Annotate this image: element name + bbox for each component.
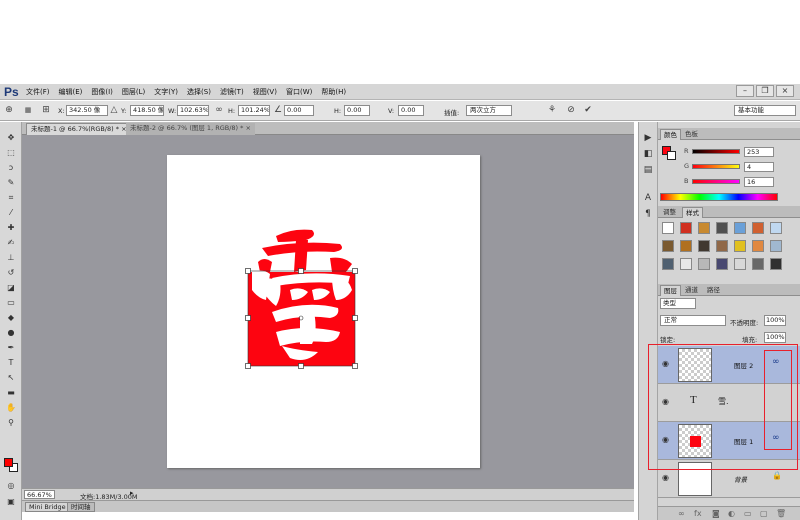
b-value[interactable]: 16 (744, 177, 774, 187)
r-slider[interactable] (692, 149, 740, 154)
b-slider[interactable] (692, 179, 740, 184)
color-panel-tabs: 颜色 色板 (658, 128, 800, 140)
g-label: G (684, 162, 690, 170)
tab-styles[interactable]: 样式 (682, 207, 703, 218)
tab-layers[interactable]: 图层 (660, 285, 681, 296)
g-slider[interactable] (692, 164, 740, 169)
style-swatch[interactable] (680, 258, 692, 270)
status-arrow-icon[interactable]: ▸ (130, 489, 134, 497)
layer-thumbnail (678, 424, 712, 458)
lock-icon: 🔒 (772, 471, 782, 480)
layer-name[interactable]: 图层 2 (734, 360, 753, 370)
layer-thumbnail (678, 348, 712, 382)
panel-dock: ▶ ◧ ▤ A ¶ (638, 122, 658, 520)
new-layer-icon[interactable]: ▢ (760, 509, 768, 518)
layer-row-background[interactable]: ◉ 背景 🔒 (658, 460, 800, 498)
layer-row-layer-2[interactable]: ◉ 图层 2 ∞ (658, 346, 800, 384)
blend-mode-select[interactable]: 正常 (660, 315, 726, 326)
color-bg-swatch[interactable] (667, 151, 676, 160)
actions-icon[interactable]: ◧ (639, 146, 657, 162)
style-none[interactable] (662, 222, 674, 234)
style-swatch[interactable] (716, 222, 728, 234)
eye-icon[interactable]: ◉ (662, 473, 672, 483)
layers-panel-footer: ∞ fx ◙ ◐ ▭ ▢ 🗑 (658, 506, 800, 520)
style-swatch[interactable] (770, 258, 782, 270)
trash-icon[interactable]: 🗑 (776, 509, 786, 518)
r-value[interactable]: 253 (744, 147, 774, 157)
style-swatch[interactable] (680, 222, 692, 234)
fx-icon[interactable]: fx (694, 509, 702, 518)
style-swatch[interactable] (734, 222, 746, 234)
style-swatch[interactable] (698, 222, 710, 234)
style-swatch[interactable] (698, 258, 710, 270)
eye-icon[interactable]: ◉ (662, 435, 672, 445)
status-bar: 66.67% 文档:1.83M/3.00M ▸ (22, 488, 634, 501)
g-value[interactable]: 4 (744, 162, 774, 172)
style-swatch[interactable] (716, 258, 728, 270)
folder-icon[interactable]: ▭ (744, 509, 752, 518)
character-icon[interactable]: A (639, 190, 657, 206)
style-swatch[interactable] (680, 240, 692, 252)
layer-row-text[interactable]: ◉ T 雪. (658, 384, 800, 422)
lock-label: 锁定: (660, 336, 676, 344)
eye-icon[interactable]: ◉ (662, 359, 672, 369)
color-spectrum[interactable] (660, 193, 778, 201)
layer-thumbnail (678, 462, 712, 496)
mask-icon[interactable]: ◙ (712, 509, 720, 518)
styles-panel-tabs: 调整 样式 (658, 206, 800, 218)
tab-swatches[interactable]: 色板 (682, 129, 701, 140)
style-swatch[interactable] (770, 222, 782, 234)
calligraphy-top (258, 229, 352, 272)
eye-icon[interactable]: ◉ (662, 397, 672, 407)
style-swatch[interactable] (662, 240, 674, 252)
properties-icon[interactable]: ▤ (639, 162, 657, 178)
tab-mini-bridge[interactable]: Mini Bridge (25, 502, 70, 512)
style-swatch[interactable] (662, 258, 674, 270)
b-label: B (684, 177, 689, 185)
bottom-panel-tabs: Mini Bridge 时间轴 (22, 500, 634, 512)
link-layers-icon[interactable]: ∞ (678, 509, 685, 518)
tab-paths[interactable]: 路径 (704, 285, 723, 296)
style-swatch[interactable] (752, 222, 764, 234)
style-swatch[interactable] (734, 258, 746, 270)
adjustment-icon[interactable]: ◐ (728, 509, 735, 518)
tab-color[interactable]: 颜色 (660, 129, 681, 140)
r-label: R (684, 147, 689, 155)
fill-label: 填充: (742, 336, 758, 344)
opacity-input[interactable]: 100% (764, 315, 786, 326)
layer-row-layer-1[interactable]: ◉ 图层 1 ∞ (658, 422, 800, 460)
zoom-level[interactable]: 66.67% (24, 490, 55, 499)
style-swatch[interactable] (698, 240, 710, 252)
link-icon[interactable]: ∞ (772, 357, 780, 367)
layers-panel-tabs: 图层 通道 路径 (658, 284, 800, 296)
red-thumb-fill (690, 436, 701, 447)
text-layer-glyph-icon: 雪. (718, 397, 729, 406)
layer-filter-select[interactable]: 类型 (660, 298, 696, 309)
link-icon[interactable]: ∞ (772, 433, 780, 443)
style-swatch[interactable] (734, 240, 746, 252)
tab-channels[interactable]: 通道 (682, 285, 701, 296)
opacity-label: 不透明度: (730, 319, 759, 327)
photoshop-window: Ps 文件(F) 编辑(E) 图像(I) 图层(L) 文字(Y) 选择(S) 滤… (0, 0, 800, 520)
tab-timeline[interactable]: 时间轴 (67, 502, 95, 512)
style-swatch[interactable] (752, 258, 764, 270)
style-swatch[interactable] (716, 240, 728, 252)
panels-column: 颜色 色板 R 253 G 4 B 16 调整 样式 图层 通道 路径 类型 正… (658, 122, 800, 520)
style-swatch[interactable] (770, 240, 782, 252)
text-layer-icon: T (690, 394, 697, 406)
tab-adjustments[interactable]: 调整 (660, 207, 679, 218)
history-icon[interactable]: ▶ (639, 130, 657, 146)
layer-name[interactable]: 背景 (734, 474, 747, 484)
paragraph-icon[interactable]: ¶ (639, 206, 657, 222)
fill-input[interactable]: 100% (764, 332, 786, 343)
layer-name[interactable]: 图层 1 (734, 436, 753, 446)
style-swatch[interactable] (752, 240, 764, 252)
